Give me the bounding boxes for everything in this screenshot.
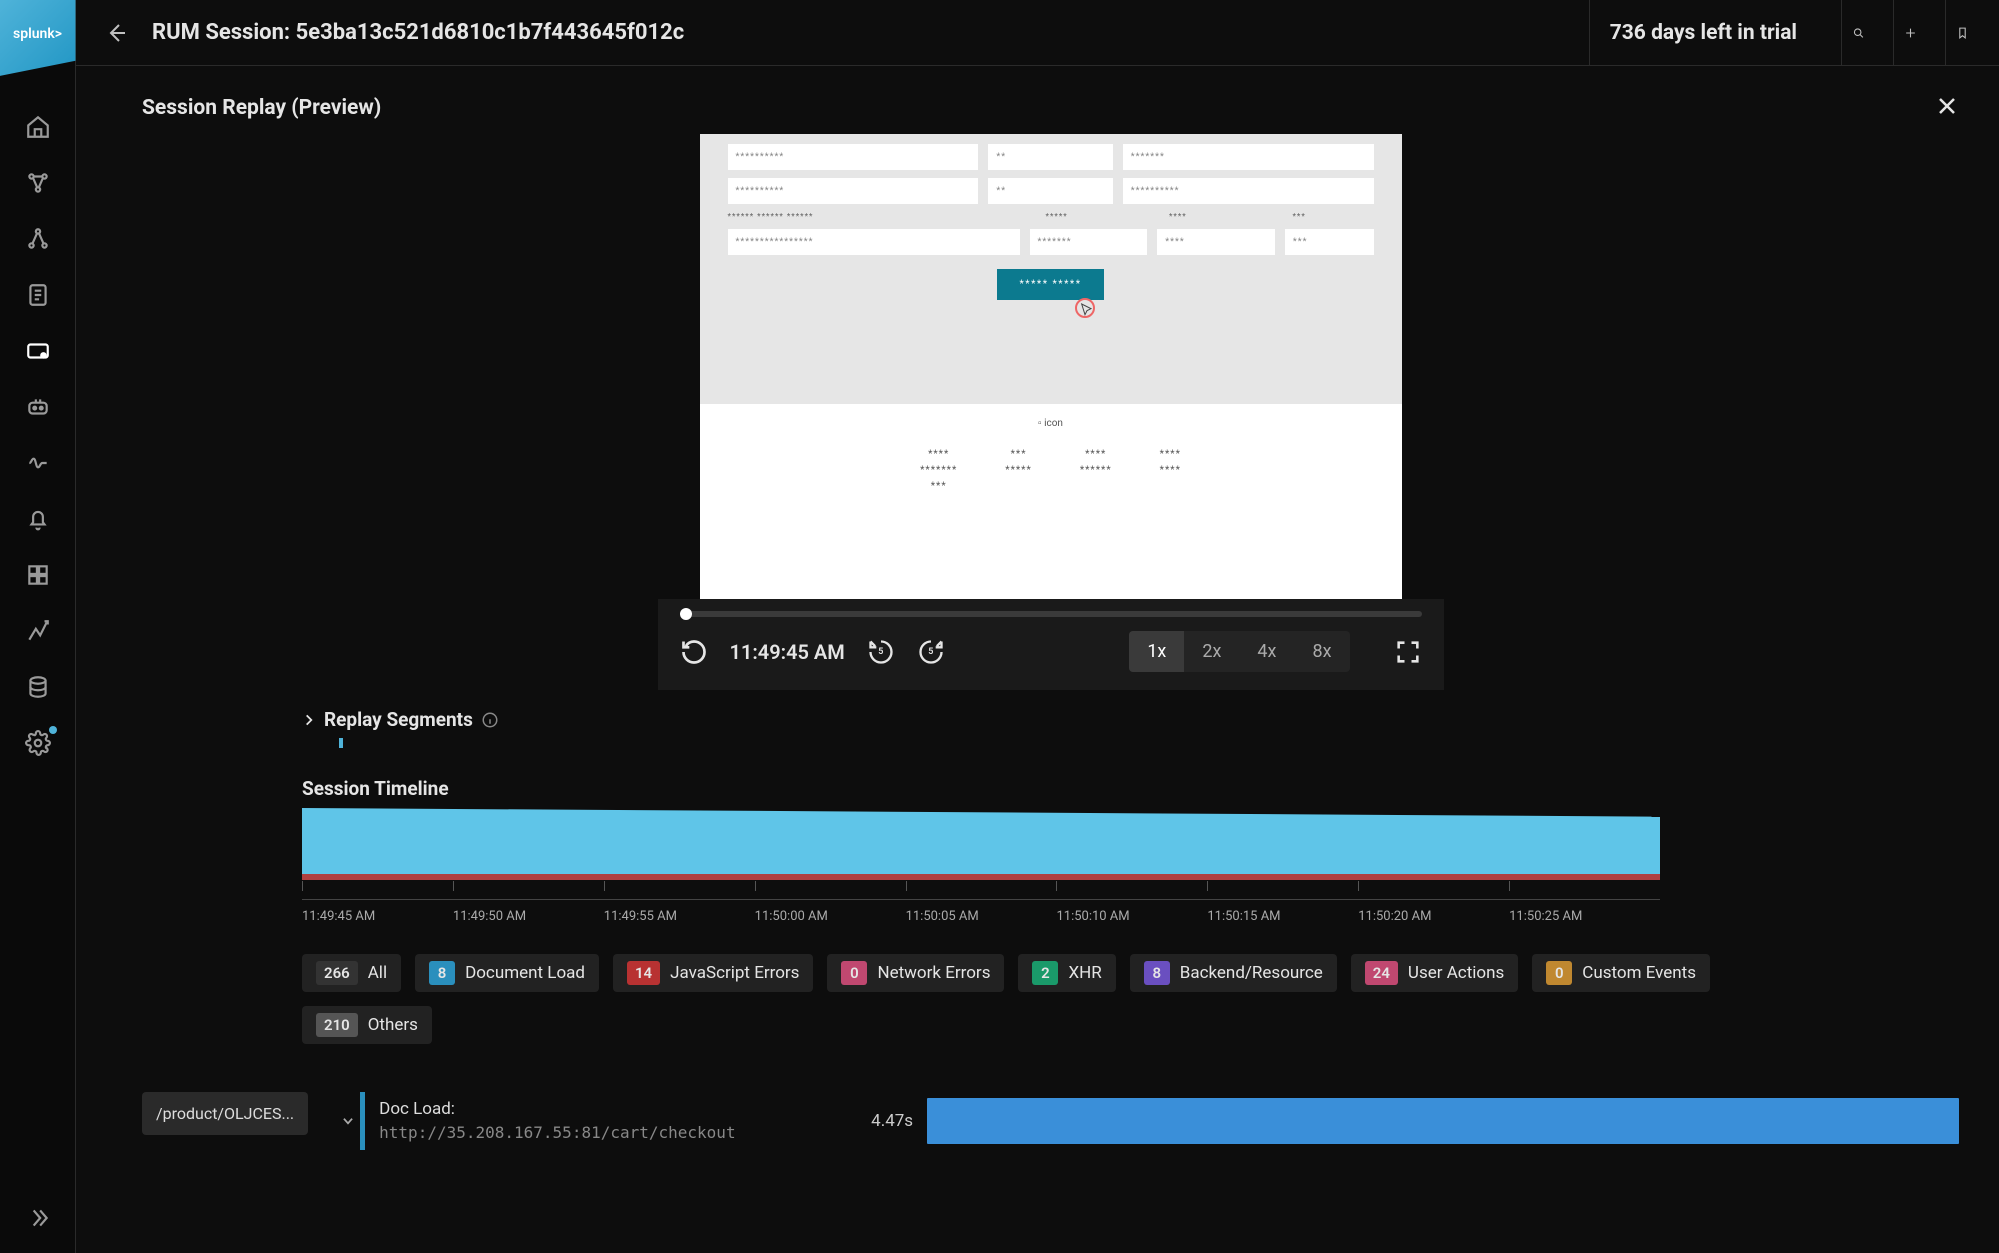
replay-field: *******: [1123, 144, 1374, 170]
filter-network-errors[interactable]: 0Network Errors: [827, 954, 1004, 992]
chevron-right-icon: [302, 713, 316, 727]
event-duration-bar: [927, 1098, 1959, 1144]
restart-button[interactable]: [680, 638, 708, 666]
timeline-tick: 11:50:00 AM: [755, 909, 906, 924]
search-icon[interactable]: [1841, 0, 1875, 65]
dashboards-icon[interactable]: [23, 560, 53, 590]
replay-submit-button: ***** *****: [997, 269, 1103, 300]
replay-image-placeholder: icon: [1038, 418, 1063, 429]
timeline-tick: 11:50:05 AM: [906, 909, 1057, 924]
close-panel-button[interactable]: [1935, 94, 1959, 122]
replay-field: ****************: [728, 229, 1020, 255]
alerts-icon[interactable]: [23, 504, 53, 534]
replay-label: ****** ****** ******: [728, 212, 1036, 221]
timeline-tick: 11:49:50 AM: [453, 909, 604, 924]
cursor-icon: [1079, 302, 1103, 326]
fullscreen-button[interactable]: [1394, 638, 1422, 666]
replay-footer-col: ********: [1160, 447, 1181, 495]
replay-field: **: [988, 144, 1112, 170]
filter-custom-events[interactable]: 0Custom Events: [1532, 954, 1710, 992]
bookmark-icon[interactable]: [1945, 0, 1979, 65]
progress-bar[interactable]: [680, 611, 1422, 617]
timeline-tick: 11:49:45 AM: [302, 909, 453, 924]
filter-others[interactable]: 210Others: [302, 1006, 432, 1044]
data-icon[interactable]: [23, 672, 53, 702]
player-timestamp: 11:49:45 AM: [730, 640, 845, 664]
expand-sidebar-icon[interactable]: [23, 1203, 53, 1233]
replay-field: ****: [1157, 229, 1275, 255]
filter-js-errors[interactable]: 14JavaScript Errors: [613, 954, 813, 992]
chevron-down-icon[interactable]: [336, 1092, 360, 1150]
replay-label: ***: [1292, 212, 1373, 221]
speed-4x-button[interactable]: 4x: [1239, 631, 1294, 672]
filter-all[interactable]: 266All: [302, 954, 401, 992]
timeline-tick: 11:50:20 AM: [1358, 909, 1509, 924]
timeline-tick: 11:50:25 AM: [1509, 909, 1660, 924]
filter-document-load[interactable]: 8Document Load: [415, 954, 599, 992]
panel-title: Session Replay (Preview): [142, 96, 381, 120]
session-timeline-chart[interactable]: 11:49:45 AM 11:49:50 AM 11:49:55 AM 11:5…: [302, 808, 1660, 888]
timeline-tick: 11:49:55 AM: [604, 909, 755, 924]
metrics-icon[interactable]: [23, 616, 53, 646]
timeline-tick: 11:50:15 AM: [1207, 909, 1358, 924]
segments-track: [302, 737, 1799, 749]
topbar: RUM Session: 5e3ba13c521d6810c1b7f443645…: [76, 0, 1999, 66]
skip-forward-button[interactable]: 5: [917, 638, 945, 666]
timeline-tick: 11:50:10 AM: [1056, 909, 1207, 924]
player-controls: 11:49:45 AM 5 5 1x 2x 4x 8x: [658, 599, 1444, 690]
replay-segments-toggle[interactable]: Replay Segments: [302, 708, 1799, 731]
trial-status: 736 days left in trial: [1589, 0, 1817, 65]
replay-field: **********: [1123, 178, 1374, 204]
event-text: Doc Load: http://35.208.167.55:81/cart/c…: [365, 1092, 865, 1150]
sidebar: splunk>: [0, 0, 76, 1253]
replay-footer-col: **************: [920, 447, 957, 495]
event-duration: 4.47s: [865, 1105, 919, 1137]
filter-xhr[interactable]: 2XHR: [1018, 954, 1115, 992]
settings-icon[interactable]: [23, 728, 53, 758]
replay-page-form: ********** ** ******* ********** ** ****…: [700, 134, 1402, 404]
speed-2x-button[interactable]: 2x: [1184, 631, 1239, 672]
logs-icon[interactable]: [23, 280, 53, 310]
filter-user-actions[interactable]: 24User Actions: [1351, 954, 1518, 992]
add-icon[interactable]: [1893, 0, 1927, 65]
replay-label: *****: [1046, 212, 1159, 221]
skip-back-button[interactable]: 5: [867, 638, 895, 666]
rum-icon[interactable]: [23, 336, 53, 366]
page-title: RUM Session: 5e3ba13c521d6810c1b7f443645…: [152, 20, 1565, 45]
info-icon[interactable]: [481, 711, 499, 729]
speed-8x-button[interactable]: 8x: [1294, 631, 1349, 672]
replay-field: **********: [728, 178, 979, 204]
replay-field: **********: [728, 144, 979, 170]
replay-footer-col: **********: [1080, 447, 1112, 495]
speed-selector: 1x 2x 4x 8x: [1129, 631, 1349, 672]
incidents-icon[interactable]: [23, 448, 53, 478]
replay-page-footer: icon ************** ******** ********** …: [700, 404, 1402, 599]
replay-viewport: ********** ** ******* ********** ** ****…: [700, 134, 1402, 599]
session-timeline-title: Session Timeline: [302, 777, 1799, 800]
back-button[interactable]: [104, 21, 128, 45]
replay-field: ***: [1285, 229, 1374, 255]
speed-1x-button[interactable]: 1x: [1129, 631, 1184, 672]
apm-icon[interactable]: [23, 224, 53, 254]
replay-field: **: [988, 178, 1112, 204]
filter-backend[interactable]: 8Backend/Resource: [1130, 954, 1337, 992]
filter-bar: 266All 8Document Load 14JavaScript Error…: [302, 954, 1799, 1044]
replay-field: *******: [1030, 229, 1148, 255]
integrations-icon[interactable]: [23, 168, 53, 198]
replay-segments-label: Replay Segments: [324, 708, 473, 731]
home-icon[interactable]: [23, 112, 53, 142]
replay-footer-col: ********: [1005, 447, 1032, 495]
replay-label: ****: [1169, 212, 1282, 221]
synthetics-icon[interactable]: [23, 392, 53, 422]
event-row[interactable]: Doc Load: http://35.208.167.55:81/cart/c…: [336, 1092, 1959, 1150]
logo[interactable]: splunk>: [0, 0, 76, 76]
page-url-chip[interactable]: /product/OLJCES...: [142, 1092, 308, 1135]
